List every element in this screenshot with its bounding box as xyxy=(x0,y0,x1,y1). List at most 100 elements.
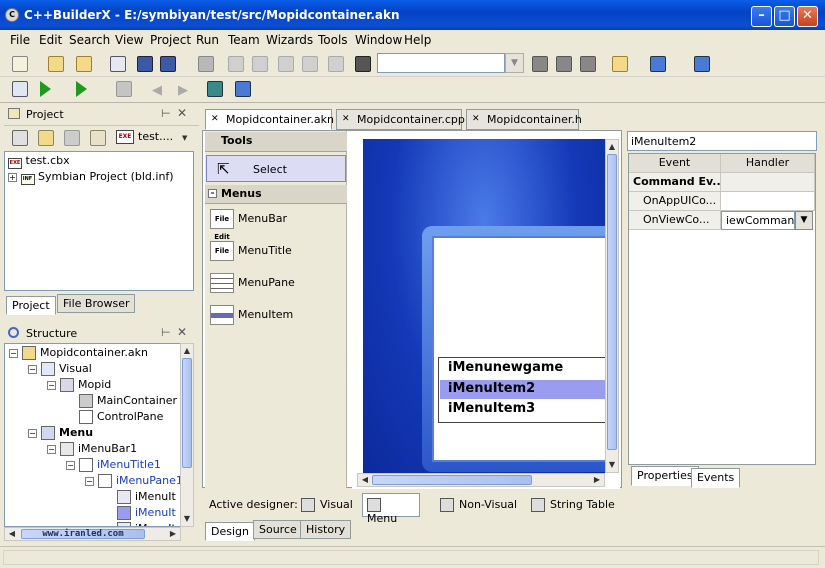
find-prev-icon[interactable] xyxy=(556,56,572,72)
palette-select[interactable]: ⇱ Select xyxy=(206,155,346,182)
menu-view[interactable]: View xyxy=(115,33,143,47)
tab-source[interactable]: Source xyxy=(253,520,303,539)
structure-item[interactable]: − Menu xyxy=(28,426,93,442)
open-project-icon[interactable] xyxy=(48,56,64,72)
windows-icon[interactable] xyxy=(235,81,251,97)
palette-item-menutitle[interactable]: File MenuTitle xyxy=(208,240,338,264)
structure-item[interactable]: − Visual xyxy=(28,362,92,378)
project-view-icon[interactable] xyxy=(12,130,28,146)
collapse-icon[interactable]: − xyxy=(9,349,18,358)
design-menu-item-2[interactable]: iMenuItem2 xyxy=(440,380,605,399)
tab-history[interactable]: History xyxy=(300,520,352,539)
build-config-icon[interactable] xyxy=(650,56,666,72)
scroll-right-icon[interactable]: ▶ xyxy=(591,474,603,486)
collapse-icon[interactable]: − xyxy=(85,477,94,486)
scroll-thumb[interactable] xyxy=(607,154,617,450)
panel-close-icon[interactable]: ✕ xyxy=(177,106,187,120)
tab-properties[interactable]: Properties xyxy=(631,466,699,486)
back-arrow-icon[interactable]: ◀ xyxy=(152,83,162,98)
menu-help[interactable]: Help xyxy=(404,33,431,47)
tab-mopidcontainer-akn[interactable]: ✕ Mopidcontainer.akn xyxy=(205,109,334,130)
folder-nav-icon[interactable] xyxy=(612,56,628,72)
palette-item-menubar[interactable]: File Edit MenuBar xyxy=(208,208,338,241)
close-tab-icon[interactable]: ✕ xyxy=(342,114,350,124)
palette-menus-header[interactable]: – Menus xyxy=(205,185,347,204)
expand-icon[interactable]: + xyxy=(8,173,17,182)
structure-item[interactable]: − iMenuBar1 xyxy=(47,442,137,458)
column-header-handler[interactable]: Handler xyxy=(721,154,815,173)
event-group[interactable]: Command Ev... xyxy=(629,173,721,192)
event-name[interactable]: OnViewCo... xyxy=(629,211,721,230)
stop-icon[interactable] xyxy=(116,81,132,97)
palette-item-menuitem[interactable]: MenuItem xyxy=(208,304,338,328)
tab-events[interactable]: Events xyxy=(691,468,741,488)
collapse-icon[interactable]: − xyxy=(66,461,75,470)
close-button[interactable]: ✕ xyxy=(797,6,818,27)
handler-dropdown-icon[interactable]: ▼ xyxy=(795,211,813,230)
panel-close-icon[interactable]: ✕ xyxy=(177,325,187,339)
design-menu-item-3[interactable]: iMenuItem3 xyxy=(440,400,605,419)
maximize-button[interactable]: □ xyxy=(774,6,795,27)
menu-file[interactable]: File xyxy=(10,33,30,47)
scroll-thumb[interactable] xyxy=(182,358,192,468)
close-tab-icon[interactable]: ✕ xyxy=(211,114,219,124)
add-files-icon[interactable] xyxy=(38,130,54,146)
project-selector[interactable]: test.... xyxy=(138,130,173,143)
design-menu-item-1[interactable]: iMenunewgame xyxy=(440,359,605,378)
remove-files-icon[interactable] xyxy=(64,130,80,146)
structure-vscrollbar[interactable]: ▲ ▼ xyxy=(180,343,194,527)
designer-visual-button[interactable]: Visual xyxy=(297,493,357,517)
event-handler-field[interactable] xyxy=(721,192,815,211)
menu-run[interactable]: Run xyxy=(196,33,219,47)
structure-item[interactable]: − iMenuPane1 xyxy=(85,474,180,490)
device-screen[interactable] xyxy=(432,236,605,462)
designer-menu-button[interactable]: Menu xyxy=(362,493,420,525)
tab-project[interactable]: Project xyxy=(6,296,56,315)
structure-item[interactable]: ControlPane xyxy=(66,410,163,426)
search-combo-input[interactable] xyxy=(377,53,505,73)
menu-tools[interactable]: Tools xyxy=(318,33,348,47)
tab-mopidcontainer-cpp[interactable]: ✕ Mopidcontainer.cpp xyxy=(336,109,465,130)
palette-item-menupane[interactable]: MenuPane xyxy=(208,272,338,296)
scroll-thumb[interactable] xyxy=(372,475,532,485)
refresh-icon[interactable] xyxy=(90,130,106,146)
collapse-icon[interactable]: – xyxy=(208,189,217,198)
print-icon[interactable] xyxy=(198,56,214,72)
open-file-icon[interactable] xyxy=(76,56,92,72)
browse-symbol-icon[interactable] xyxy=(580,56,596,72)
menu-project[interactable]: Project xyxy=(150,33,191,47)
designer-stringtable-button[interactable]: String Table xyxy=(527,493,619,517)
cut-icon[interactable] xyxy=(328,56,344,72)
collapse-icon[interactable]: − xyxy=(47,381,56,390)
menu-search[interactable]: Search xyxy=(69,33,110,47)
paste-icon[interactable] xyxy=(302,56,318,72)
minimize-button[interactable]: – xyxy=(751,6,772,27)
copy-icon[interactable] xyxy=(278,56,294,72)
find-next-icon[interactable] xyxy=(532,56,548,72)
structure-item[interactable]: − iMenuTitle1 xyxy=(66,458,161,474)
menu-edit[interactable]: Edit xyxy=(39,33,62,47)
new-file-icon[interactable] xyxy=(12,56,28,72)
reopen-icon[interactable] xyxy=(110,56,126,72)
structure-item[interactable]: − Mopid xyxy=(47,378,111,394)
collapse-icon[interactable]: − xyxy=(28,429,37,438)
pin-icon[interactable]: ⊢ xyxy=(161,326,171,339)
menu-team[interactable]: Team xyxy=(228,33,260,47)
help-book-icon[interactable] xyxy=(207,81,223,97)
collapse-icon[interactable]: − xyxy=(47,445,56,454)
search-combo-dropdown[interactable]: ▼ xyxy=(505,53,524,73)
scroll-down-icon[interactable]: ▼ xyxy=(606,459,618,471)
scroll-up-icon[interactable]: ▲ xyxy=(181,345,193,357)
project-selector-dropdown[interactable]: ▼ xyxy=(182,134,187,142)
tab-mopidcontainer-h[interactable]: ✕ Mopidcontainer.h xyxy=(466,109,582,130)
structure-item[interactable]: iMenuIt xyxy=(104,506,176,522)
scroll-left-icon[interactable]: ◀ xyxy=(359,474,371,486)
run-icon[interactable] xyxy=(40,81,51,97)
tab-design[interactable]: Design xyxy=(205,522,255,541)
structure-item[interactable]: − Mopidcontainer.akn xyxy=(9,346,148,362)
designer-nonvisual-button[interactable]: Non-Visual xyxy=(436,493,521,517)
forward-arrow-icon[interactable]: ▶ xyxy=(178,83,188,98)
scroll-right-icon[interactable]: ▶ xyxy=(167,528,179,540)
structure-item[interactable]: MainContainer xyxy=(66,394,177,410)
canvas-vscrollbar[interactable]: ▲ ▼ xyxy=(605,139,619,473)
